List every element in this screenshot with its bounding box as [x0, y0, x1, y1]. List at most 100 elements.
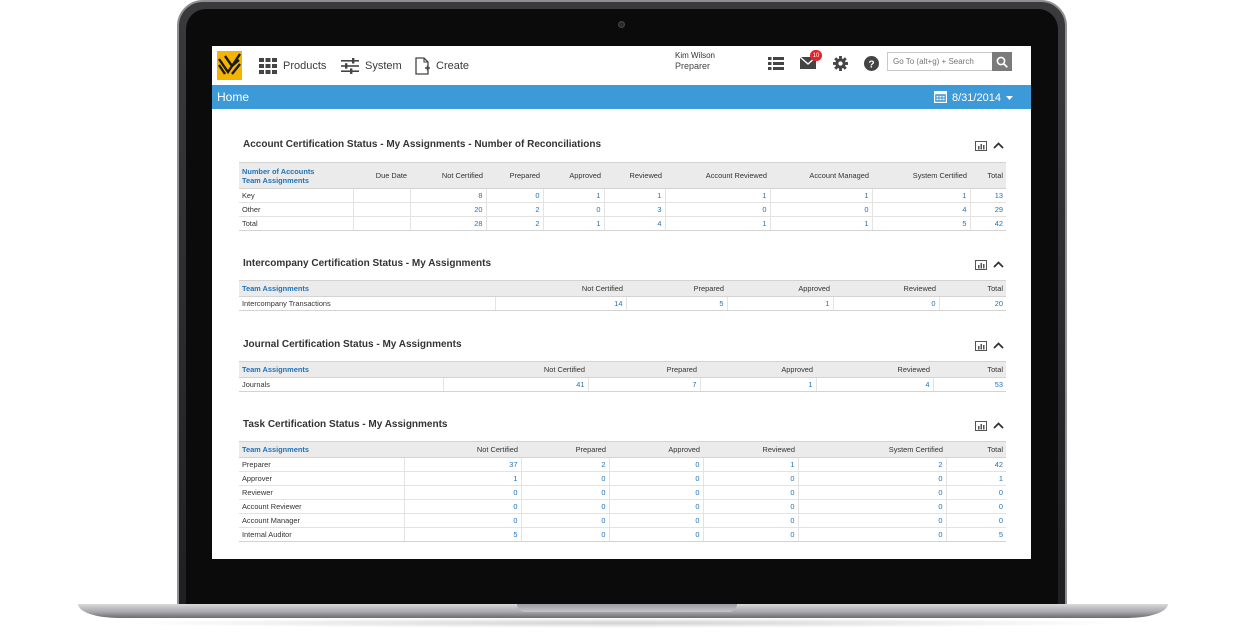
table-cell-link[interactable]: 0: [608, 485, 703, 500]
header-team-assignments[interactable]: Team Assignments: [239, 361, 443, 378]
table-cell-link[interactable]: 13: [969, 188, 1006, 203]
table-cell-link[interactable]: 1: [769, 188, 872, 203]
table-cell-link[interactable]: 1: [603, 188, 665, 203]
chart-icon[interactable]: [975, 259, 987, 270]
collapse-chevron-icon[interactable]: [992, 340, 1004, 351]
table-cell-link[interactable]: 0: [403, 485, 521, 500]
table-cell-link[interactable]: 0: [797, 527, 946, 542]
table-cell-link[interactable]: 1: [403, 471, 521, 486]
table-cell-link[interactable]: 0: [702, 471, 798, 486]
header-team-assignments[interactable]: Team Assignments: [242, 176, 350, 185]
table-cell-link[interactable]: 0: [608, 457, 703, 472]
table-cell-link[interactable]: 0: [797, 499, 946, 514]
column-header: Reviewed: [703, 441, 798, 458]
table-cell-link[interactable]: 0: [608, 499, 703, 514]
table-cell-link[interactable]: 2: [520, 457, 609, 472]
table-cell-link[interactable]: 1: [871, 188, 970, 203]
table-cell-link[interactable]: 0: [945, 513, 1006, 528]
table-cell-link[interactable]: 0: [769, 202, 872, 217]
table-cell-link[interactable]: 29: [969, 202, 1006, 217]
table-cell-link[interactable]: 0: [608, 513, 703, 528]
table-cell-link[interactable]: 0: [608, 471, 703, 486]
table-cell-link[interactable]: 8: [409, 188, 486, 203]
table-header-row: Team Assignments Not Certified Prepared …: [239, 441, 1006, 458]
table-cell-link[interactable]: 0: [832, 296, 939, 311]
search-input[interactable]: [887, 52, 993, 71]
table-cell-link[interactable]: 2: [485, 202, 543, 217]
table-cell-link[interactable]: 4: [603, 216, 665, 231]
header-number-of-accounts[interactable]: Number of Accounts: [242, 167, 350, 176]
table-cell-link[interactable]: 4: [815, 377, 933, 392]
table-cell-link[interactable]: 2: [797, 457, 946, 472]
table-cell-link[interactable]: 5: [403, 527, 521, 542]
table-cell-link[interactable]: 0: [797, 485, 946, 500]
table-cell-link[interactable]: 37: [403, 457, 521, 472]
table-cell-link[interactable]: 2: [485, 216, 543, 231]
table-cell-link[interactable]: 14: [494, 296, 626, 311]
table-cell-link[interactable]: 0: [403, 499, 521, 514]
table-cell-link[interactable]: 0: [520, 471, 609, 486]
table-cell-link: [352, 216, 410, 231]
brand-logo[interactable]: [217, 51, 242, 80]
table-cell-link[interactable]: 0: [797, 513, 946, 528]
table-cell-link[interactable]: 0: [797, 471, 946, 486]
table-cell-link[interactable]: 1: [769, 216, 872, 231]
table-cell-link[interactable]: 5: [871, 216, 970, 231]
table-cell-link[interactable]: 4: [871, 202, 970, 217]
collapse-chevron-icon[interactable]: [992, 140, 1004, 151]
chart-icon[interactable]: [975, 340, 987, 351]
nav-system[interactable]: System: [341, 57, 402, 75]
table-cell-link[interactable]: 0: [403, 513, 521, 528]
table-cell-link[interactable]: 1: [542, 188, 604, 203]
table-cell-link[interactable]: 3: [603, 202, 665, 217]
table-cell-link[interactable]: 20: [938, 296, 1006, 311]
table-cell-link[interactable]: 0: [702, 527, 798, 542]
laptop-shadow: [110, 618, 1140, 628]
table-cell-link[interactable]: 5: [945, 527, 1006, 542]
table-cell-link[interactable]: 53: [932, 377, 1006, 392]
collapse-chevron-icon[interactable]: [992, 259, 1004, 270]
table-cell-link[interactable]: 7: [587, 377, 700, 392]
collapse-chevron-icon[interactable]: [992, 420, 1004, 431]
chart-icon[interactable]: [975, 420, 987, 431]
table-cell-link[interactable]: 0: [485, 188, 543, 203]
table-cell-link[interactable]: 0: [945, 499, 1006, 514]
user-info[interactable]: Kim Wilson Preparer: [675, 51, 715, 71]
nav-products[interactable]: Products: [259, 57, 326, 75]
table-cell-link[interactable]: 41: [442, 377, 588, 392]
table-header-row: Team Assignments Not Certified Prepared …: [239, 361, 1006, 378]
date-picker[interactable]: 8/31/2014: [934, 90, 1013, 106]
table-cell-link[interactable]: 0: [945, 485, 1006, 500]
table-cell-link[interactable]: 0: [664, 202, 770, 217]
table-cell-link[interactable]: 1: [542, 216, 604, 231]
table-cell-link[interactable]: 5: [625, 296, 727, 311]
table-cell-link[interactable]: 0: [702, 485, 798, 500]
table-cell-link[interactable]: 0: [702, 499, 798, 514]
search-button[interactable]: [992, 52, 1012, 71]
header-team-assignments[interactable]: Team Assignments: [239, 280, 495, 297]
list-icon[interactable]: [768, 55, 784, 71]
table-cell-link[interactable]: 0: [520, 485, 609, 500]
help-icon[interactable]: ?: [863, 55, 879, 71]
table-cell-link[interactable]: 0: [542, 202, 604, 217]
nav-create[interactable]: Create: [415, 57, 469, 75]
table-cell-link[interactable]: 1: [699, 377, 816, 392]
table-cell-link[interactable]: 0: [520, 527, 609, 542]
table-header-row: Team Assignments Not Certified Prepared …: [239, 280, 1006, 297]
chart-icon[interactable]: [975, 140, 987, 151]
table-cell-link[interactable]: 1: [702, 457, 798, 472]
table-cell-link[interactable]: 1: [726, 296, 833, 311]
table-cell-link[interactable]: 0: [520, 499, 609, 514]
table-cell-link[interactable]: 42: [945, 457, 1006, 472]
table-cell-link[interactable]: 0: [608, 527, 703, 542]
header-team-assignments[interactable]: Team Assignments: [239, 441, 404, 458]
table-cell-link[interactable]: 1: [945, 471, 1006, 486]
table-cell-link[interactable]: 28: [409, 216, 486, 231]
table-cell-link[interactable]: 1: [664, 188, 770, 203]
table-cell-link[interactable]: 0: [702, 513, 798, 528]
table-cell-link[interactable]: 0: [520, 513, 609, 528]
table-cell-link[interactable]: 20: [409, 202, 486, 217]
gear-icon[interactable]: [832, 55, 848, 71]
table-cell-link[interactable]: 42: [969, 216, 1006, 231]
table-cell-link[interactable]: 1: [664, 216, 770, 231]
